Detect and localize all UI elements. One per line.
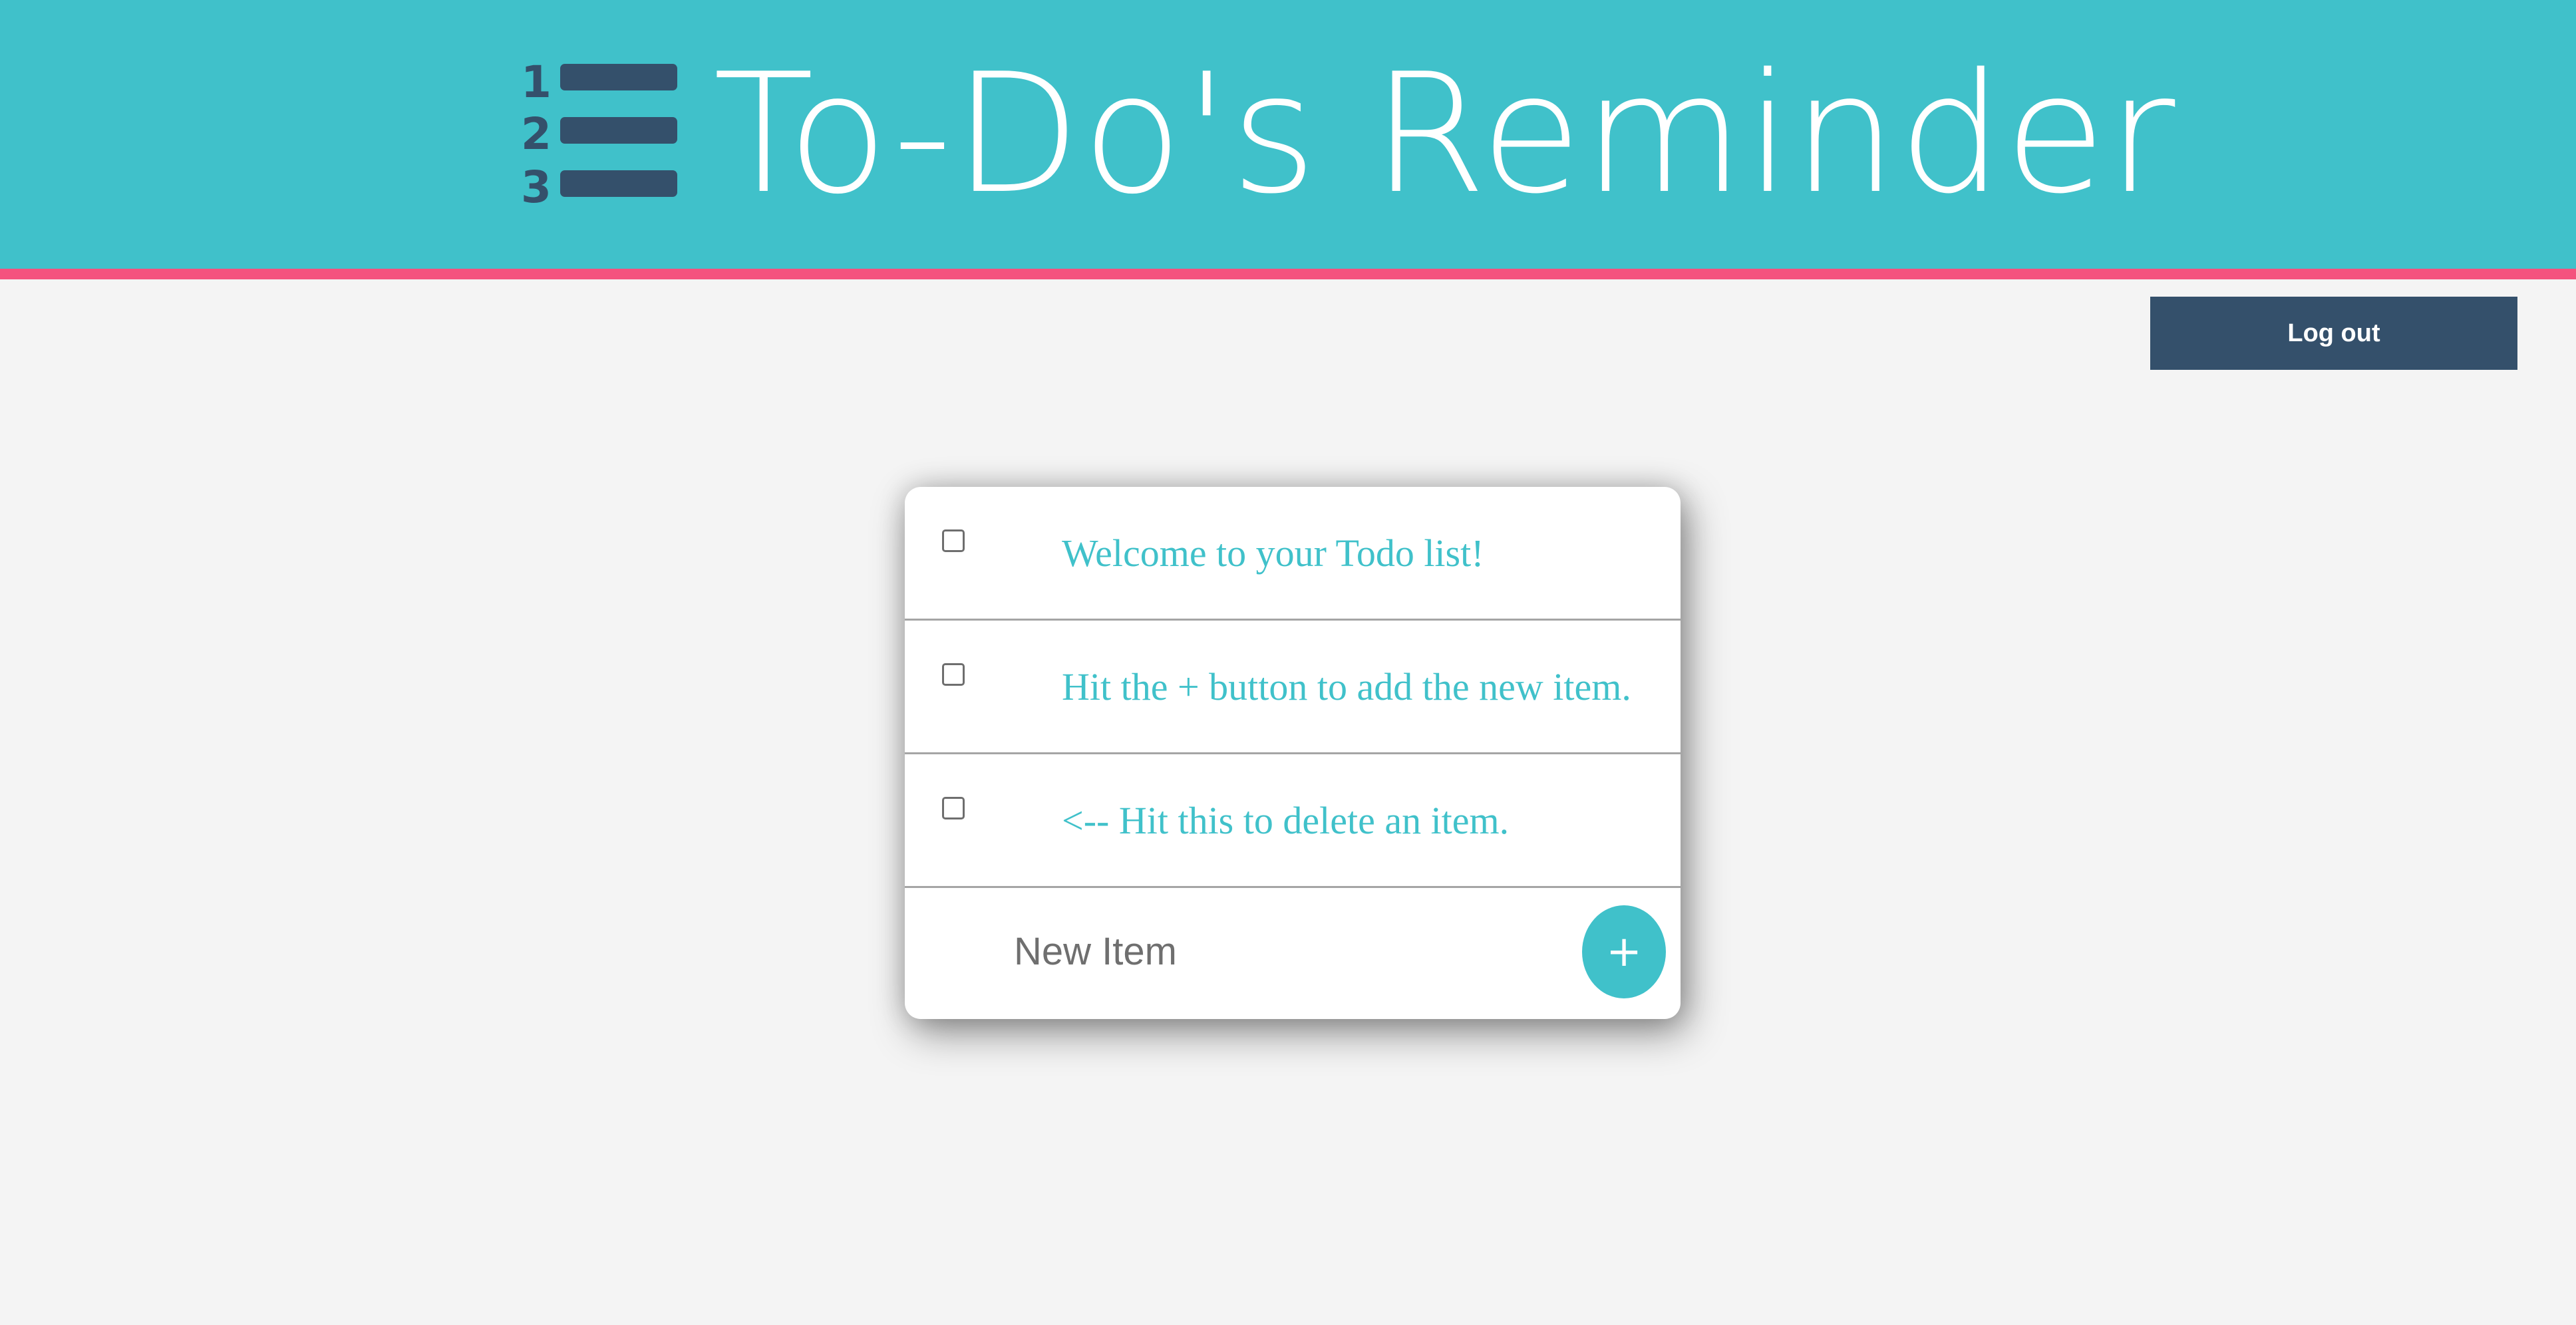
new-item-row: + [905,888,1681,1019]
todo-item-text: Welcome to your Todo list! [1062,531,1484,575]
brand: 1 2 3 To-Do's Reminder [522,39,2177,230]
new-item-input[interactable] [1014,921,1480,981]
todo-item: Welcome to your Todo list! [905,487,1681,621]
logo-number-3: 3 [522,162,552,212]
todo-item-text: Hit the + button to add the new item. [1062,665,1631,708]
todo-checkbox[interactable] [942,797,965,819]
logo-number-2: 2 [522,108,552,160]
numbered-list-icon: 1 2 3 [522,57,677,212]
todo-item: <-- Hit this to delete an item. [905,754,1681,888]
todo-card: Welcome to your Todo list! Hit the + but… [905,487,1681,1019]
todo-item: Hit the + button to add the new item. [905,621,1681,754]
logout-button[interactable]: Log out [2150,297,2517,370]
app-title: To-Do's Reminder [713,39,2177,230]
todo-item-text: <-- Hit this to delete an item. [1062,799,1510,842]
app-header: 1 2 3 To-Do's Reminder [0,0,2576,279]
todo-checkbox[interactable] [942,529,965,552]
plus-icon: + [1606,927,1642,976]
todo-checkbox[interactable] [942,663,965,686]
add-item-button[interactable]: + [1582,905,1666,998]
logo-number-1: 1 [522,57,552,108]
